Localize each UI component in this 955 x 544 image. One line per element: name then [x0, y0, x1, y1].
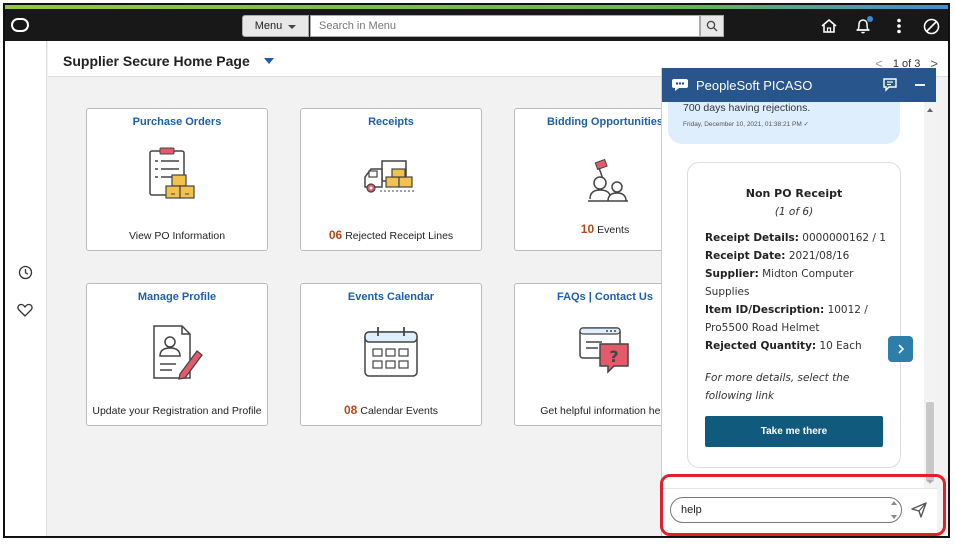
tile-label: Get helpful information here [540, 405, 670, 417]
tile-receipts[interactable]: Receipts 06 Rejected Receipt Lines [300, 108, 482, 251]
send-icon [911, 502, 927, 518]
minimize-icon [915, 84, 925, 86]
user-message-text: 700 days having rejections. [683, 102, 811, 114]
favorites-button[interactable] [16, 301, 34, 319]
tile-footer: 06 Rejected Receipt Lines [301, 228, 481, 242]
more-options-icon [897, 18, 901, 34]
send-button[interactable] [909, 500, 929, 520]
notifications-button[interactable] [851, 15, 875, 37]
user-message-bubble: 700 days having rejections. Friday, Dece… [668, 102, 900, 144]
take-me-there-button[interactable]: Take me there [705, 416, 883, 447]
chatbot-panel: PeopleSoft PICASO 700 days having reject… [661, 68, 937, 536]
tile-events-calendar[interactable]: Events Calendar 08 Calendar Events [300, 283, 482, 426]
search-icon [706, 20, 718, 32]
menu-dropdown-button[interactable]: Menu [242, 15, 309, 37]
card-fields: Receipt Details: 0000000162 / 1 Receipt … [705, 229, 895, 355]
page-switch-caret-icon[interactable] [264, 58, 274, 64]
message-timestamp: Friday, December 10, 2021, 01:38:21 PM ✓ [683, 121, 810, 128]
tile-footer: View PO Information [87, 230, 267, 242]
tile-title: Purchase Orders [132, 116, 222, 128]
home-button[interactable] [817, 15, 841, 37]
card-title: Non PO Receipt [745, 187, 843, 200]
tile-label: View PO Information [128, 230, 226, 242]
chat-conversation: 700 days having rejections. Friday, Dece… [662, 102, 924, 488]
home-icon [821, 18, 837, 33]
favorites-heart-icon [17, 303, 33, 317]
tile-footer: 08 Calendar Events [301, 403, 481, 417]
scroll-up-arrow[interactable] [927, 108, 933, 112]
chat-scrollbar[interactable] [924, 102, 936, 488]
scroll-down-arrow[interactable] [927, 480, 933, 484]
field-rejected-quantity: Rejected Quantity: 10 Each [705, 340, 862, 352]
card-note: For more details, select the following l… [705, 372, 850, 402]
chat-input-area [662, 488, 937, 536]
tile-footer: Update your Registration and Profile [87, 405, 267, 417]
carousel-next-button[interactable] [888, 336, 913, 362]
search-button[interactable] [700, 15, 724, 37]
tile-title: Receipts [368, 116, 414, 128]
recently-visited-button[interactable] [16, 263, 34, 281]
calendar-icon [364, 327, 418, 377]
more-options-button[interactable] [887, 15, 911, 37]
tile-title: Events Calendar [347, 291, 435, 303]
recently-visited-icon [18, 265, 32, 279]
menu-label: Menu [254, 20, 283, 32]
tile-count: 08 [344, 403, 358, 417]
app-window: Menu Supplier Secure Home Page [3, 3, 950, 538]
notification-dot [867, 16, 873, 22]
tile-count: 06 [328, 228, 343, 242]
card-position: (1 of 6) [774, 206, 814, 218]
faq-chat-icon: ? [579, 327, 629, 374]
field-item-description: Item ID/Description: 10012 / Pro5500 Roa… [705, 304, 868, 334]
bidding-auction-icon [588, 158, 628, 202]
field-receipt-date: Receipt Date: 2021/08/16 [705, 250, 850, 262]
purchase-orders-icon [149, 147, 195, 199]
tile-manage-profile[interactable]: Manage Profile Update your Registration … [86, 283, 268, 426]
receipts-truck-icon [364, 160, 414, 193]
input-spinner[interactable] [891, 501, 899, 519]
profile-edit-icon [153, 325, 203, 380]
tile-label: Update your Registration and Profile [92, 405, 262, 417]
top-navbar: Menu [5, 9, 948, 41]
chat-options-button[interactable] [881, 77, 899, 93]
menu-search-input[interactable] [310, 15, 700, 37]
receipt-card: Non PO Receipt (1 of 6) Receipt Details:… [687, 162, 901, 468]
tile-label: Rejected Receipt Lines [345, 230, 454, 242]
chevron-right-icon [897, 344, 904, 354]
left-side-rail [5, 41, 47, 536]
page-title[interactable]: Supplier Secure Home Page [63, 53, 250, 69]
navbar-compass-icon [923, 18, 939, 34]
navbar-button[interactable] [919, 15, 943, 37]
chat-minimize-button[interactable] [911, 77, 929, 93]
svg-text:?: ? [609, 347, 618, 366]
tile-title: Manage Profile [137, 291, 217, 303]
tile-label: Calendar Events [360, 405, 438, 417]
field-receipt-details: Receipt Details: 0000000162 / 1 [705, 232, 886, 244]
oracle-logo-icon[interactable] [11, 18, 29, 32]
chat-settings-icon [883, 78, 897, 92]
caret-down-icon [288, 25, 297, 29]
scroll-thumb[interactable] [926, 402, 934, 482]
chatbot-header: PeopleSoft PICASO [662, 68, 936, 102]
tile-count: 10 [580, 222, 595, 236]
chatbot-title: PeopleSoft PICASO [696, 77, 813, 93]
chat-message-input[interactable] [670, 497, 902, 523]
field-supplier: Supplier: Midton Computer Supplies [705, 268, 854, 298]
tile-label: Events [597, 224, 630, 236]
tile-purchase-orders[interactable]: Purchase Orders View PO Information [86, 108, 268, 251]
chatbot-logo-icon [672, 79, 688, 91]
